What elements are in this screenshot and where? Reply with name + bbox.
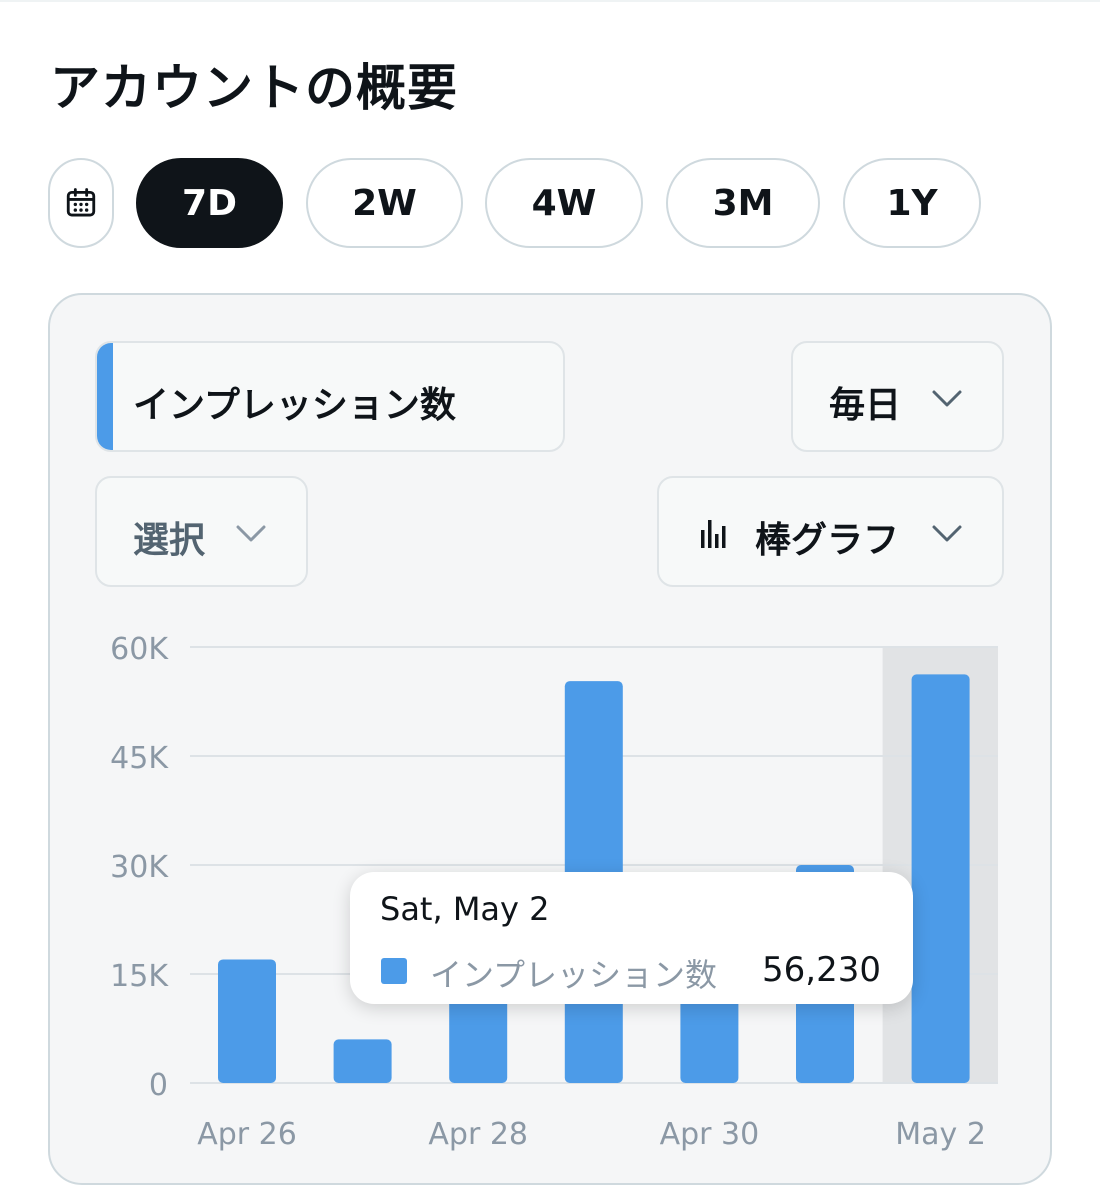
top-divider — [0, 0, 1100, 2]
compare-dropdown[interactable]: 選択 — [95, 476, 308, 587]
chevron-down-icon — [932, 525, 962, 542]
range-pill-3m[interactable]: 3M — [666, 158, 820, 248]
chart-type-dropdown[interactable]: 棒グラフ — [657, 476, 1004, 587]
tooltip-series-label: インプレッション数 — [430, 956, 718, 994]
interval-dropdown[interactable]: 毎日 — [791, 341, 1004, 452]
bar-chart-icon — [701, 520, 726, 548]
interval-dropdown-label: 毎日 — [829, 385, 902, 426]
range-pill-7d[interactable]: 7D — [136, 158, 283, 248]
chevron-down-icon — [932, 390, 962, 407]
calendar-icon — [66, 188, 96, 217]
chevron-down-icon — [236, 525, 266, 542]
calendar-button[interactable] — [48, 158, 114, 248]
metric-dropdown[interactable]: インプレッション数 — [95, 341, 565, 452]
date-range-selector: 7D 2W 4W 3M 1Y — [48, 158, 1058, 248]
range-pill-4w[interactable]: 4W — [485, 158, 643, 248]
range-pill-2w[interactable]: 2W — [306, 158, 463, 248]
metric-color-accent — [97, 343, 113, 450]
chart-tooltip: Sat, May 2 インプレッション数 56,230 — [350, 872, 913, 1004]
tooltip-date: Sat, May 2 — [380, 890, 550, 928]
compare-dropdown-label: 選択 — [133, 520, 206, 561]
tooltip-series-swatch — [381, 958, 407, 984]
range-pill-1y[interactable]: 1Y — [843, 158, 981, 248]
chart-type-dropdown-label: 棒グラフ — [755, 520, 900, 561]
metric-dropdown-label: インプレッション数 — [133, 385, 456, 426]
tooltip-value: 56,230 — [762, 950, 881, 990]
page-title: アカウントの概要 — [50, 59, 458, 117]
